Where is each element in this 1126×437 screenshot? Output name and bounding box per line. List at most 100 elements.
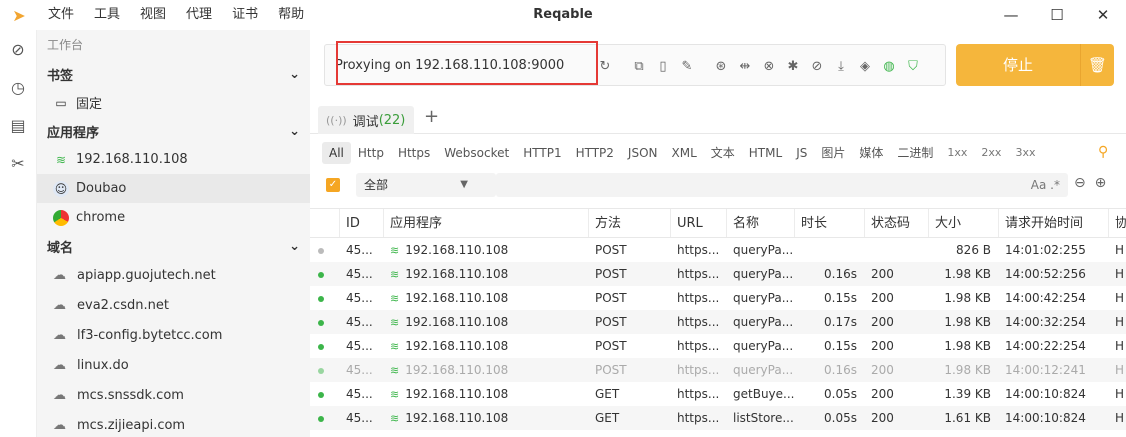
filter-xml[interactable]: XML	[665, 142, 704, 164]
filter-checkbox[interactable]: ✓	[326, 178, 340, 192]
phone-icon[interactable]: ▯	[651, 59, 675, 74]
tools-icon[interactable]: ✂	[0, 144, 36, 182]
table-row[interactable]: 45... ≋ 192.168.110.108 POST https... queryPa…	[310, 286, 1126, 310]
menu-cert[interactable]: 证书	[222, 0, 268, 30]
menu-tools[interactable]: 工具	[84, 0, 130, 30]
sidebar-item-app[interactable]: ≋ 192.168.110.108	[37, 145, 310, 174]
sidebar-item-domain[interactable]: ☁ eva2.csdn.net	[37, 290, 310, 320]
trash-icon[interactable]: 🗑	[1080, 44, 1114, 86]
filter-1xx[interactable]: 1xx	[940, 142, 974, 164]
filter-https[interactable]: Https	[391, 142, 437, 164]
filter-2xx[interactable]: 2xx	[974, 142, 1008, 164]
plus-circle-icon[interactable]: ⊕	[1095, 175, 1107, 191]
domains-section[interactable]: 域名 ⌄	[37, 232, 310, 260]
sidebar-item-pinned[interactable]: ▭ 固定	[37, 88, 310, 117]
bug-icon[interactable]: ✱	[781, 59, 805, 74]
sidebar-item-domain[interactable]: ☁ lf3-config.bytetcc.com	[37, 320, 310, 350]
filter-3xx[interactable]: 3xx	[1008, 142, 1042, 164]
shield-icon[interactable]: ⛉	[901, 59, 925, 74]
table-row[interactable]: 45... ≋ 192.168.110.108 GET https... listStor…	[310, 406, 1126, 430]
col-app[interactable]: 应用程序	[384, 209, 589, 237]
drop-icon[interactable]: ◈	[853, 59, 877, 74]
globe-icon[interactable]: ◍	[877, 59, 901, 74]
sidebar-item-domain[interactable]: ☁ linux.do	[37, 350, 310, 380]
tab-debug[interactable]: ((·)) 调试 (22)	[318, 106, 414, 134]
filter-websocket[interactable]: Websocket	[437, 142, 516, 164]
table-row[interactable]: 45... ≋ 192.168.110.108 POST https... queryPa…	[310, 358, 1126, 382]
filter-text[interactable]: 文本	[704, 142, 742, 164]
refresh-icon[interactable]: ↻	[593, 59, 617, 74]
cell-text: 200	[871, 315, 894, 329]
mirror-icon[interactable]: ⇹	[733, 59, 757, 74]
filter-binary[interactable]: 二进制	[890, 142, 940, 164]
col-method[interactable]: 方法	[589, 209, 671, 237]
app-filter-select[interactable]: 全部 ▼	[356, 173, 496, 197]
filter-js[interactable]: JS	[789, 142, 814, 164]
status-dot-icon	[318, 248, 324, 254]
block-icon[interactable]: ⊘	[805, 59, 829, 74]
apps-section[interactable]: 应用程序 ⌄	[37, 117, 310, 145]
cell-id: 45...	[340, 291, 384, 305]
col-name[interactable]: 名称	[727, 209, 795, 237]
filter-image[interactable]: 图片	[814, 142, 852, 164]
cell-dur: 0.17s	[795, 315, 865, 329]
close-icon[interactable]: ✕	[1080, 0, 1126, 30]
filter-http[interactable]: Http	[351, 142, 391, 164]
cell-text: 192.168.110.108	[405, 243, 509, 257]
sidebar-item-app[interactable]: ☺ Doubao	[37, 174, 310, 203]
search-icon[interactable]: ⚲	[1098, 144, 1108, 160]
sidebar-item-domain[interactable]: ☁ mcs.zijieapi.com	[37, 410, 310, 437]
menu-view[interactable]: 视图	[130, 0, 176, 30]
table-row[interactable]: 45... ≋ 192.168.110.108 POST https... queryPa…	[310, 334, 1126, 358]
cell-text: 14:00:32:254	[1005, 315, 1086, 329]
col-status[interactable]: 状态码	[865, 209, 929, 237]
cell-text: https...	[677, 267, 720, 281]
edit-icon[interactable]: ✎	[675, 59, 699, 74]
download-icon[interactable]: ⤓	[829, 59, 853, 74]
filter-html[interactable]: HTML	[742, 142, 789, 164]
stop-button[interactable]: 停止 🗑	[956, 44, 1114, 86]
col-url[interactable]: URL	[671, 209, 727, 237]
filter-json[interactable]: JSON	[621, 142, 665, 164]
minimize-icon[interactable]: —	[988, 0, 1034, 30]
layers-icon[interactable]: ▤	[0, 106, 36, 144]
copy-icon[interactable]: ⧉	[627, 59, 651, 74]
sidebar-item-app[interactable]: chrome	[37, 203, 310, 232]
status-dot-icon	[318, 368, 324, 374]
col-protocol[interactable]: 协	[1109, 209, 1126, 237]
col-start-time[interactable]: 请求开始时间	[999, 209, 1109, 237]
maximize-icon[interactable]: ☐	[1034, 0, 1080, 30]
filter-bar: All Http Https Websocket HTTP1 HTTP2 JSO…	[322, 142, 1042, 164]
table-row[interactable]: 45... ≋ 192.168.110.108 POST https... queryPa…	[310, 262, 1126, 286]
menu-proxy[interactable]: 代理	[176, 0, 222, 30]
lock-icon[interactable]: ⊛	[709, 59, 733, 74]
table-row[interactable]: 45... ≋ 192.168.110.108 POST https... queryPa…	[310, 310, 1126, 334]
cell-text: 1.61 KB	[944, 411, 991, 425]
col-id[interactable]: ID	[340, 209, 384, 237]
cell-text: 0.15s	[824, 339, 857, 353]
history-icon[interactable]: ◷	[0, 68, 36, 106]
tab-count: (22)	[378, 112, 406, 128]
filter-all[interactable]: All	[322, 142, 351, 164]
search-options[interactable]: Aa .*	[1031, 173, 1060, 197]
col-size[interactable]: 大小	[929, 209, 999, 237]
search-controls: ⊖ ⊕	[1074, 175, 1106, 191]
filter-media[interactable]: 媒体	[852, 142, 890, 164]
sidebar-item-domain[interactable]: ☁ mcs.snssdk.com	[37, 380, 310, 410]
col-duration[interactable]: 时长	[795, 209, 865, 237]
menu-help[interactable]: 帮助	[268, 0, 314, 30]
sidebar-item-domain[interactable]: ☁ apiapp.guojutech.net	[37, 260, 310, 290]
cell-text: 200	[871, 291, 894, 305]
add-tab-button[interactable]: +	[424, 106, 439, 127]
menu-file[interactable]: 文件	[38, 0, 84, 30]
compass-icon[interactable]: ⊘	[0, 30, 36, 68]
search-input[interactable]: Aa .*	[496, 173, 1068, 197]
bookmarks-section[interactable]: 书签 ⌄	[37, 60, 310, 88]
throttle-off-icon[interactable]: ⊗	[757, 59, 781, 74]
minus-circle-icon[interactable]: ⊖	[1074, 175, 1086, 191]
table-row[interactable]: 45... ≋ 192.168.110.108 POST https... queryPa…	[310, 238, 1126, 262]
filter-http2[interactable]: HTTP2	[569, 142, 621, 164]
filter-http1[interactable]: HTTP1	[516, 142, 568, 164]
table-row[interactable]: 45... ≋ 192.168.110.108 GET https... getBuye.…	[310, 382, 1126, 406]
wifi-icon: ≋	[390, 340, 400, 353]
